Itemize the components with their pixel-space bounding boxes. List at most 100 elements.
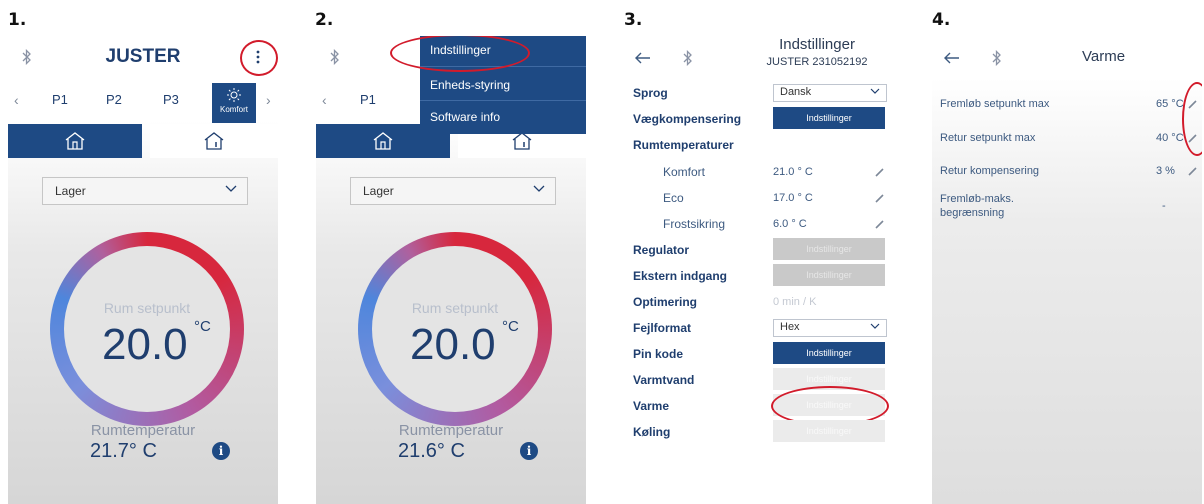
setting-value: - [1162,200,1166,212]
fejlformat-value: Hex [780,321,800,333]
mode-select[interactable]: Lager [350,177,556,205]
page-title: Indstillinger [779,36,855,53]
chevron-right-icon[interactable]: › [266,92,271,108]
preset-p1[interactable]: P1 [52,92,68,107]
screen-menu-open: ‹ P1 Lager Rum setpunkt 20.0 °C Rumtempe… [316,36,586,504]
info-icon[interactable]: i [212,442,230,460]
setpoint-unit: °C [194,318,211,335]
room-temp-label: Rumtemperatur [90,422,196,439]
setting-label-varmtvand: Varmtvand [633,373,695,387]
setting-label: Fremløb setpunkt max [940,98,1050,110]
info-icon[interactable]: i [520,442,538,460]
setting-label-pin-kode: Pin kode [633,347,684,361]
step-label-3: 3. [624,10,643,30]
komfort-label: Komfort [219,105,248,114]
edit-pencil-icon[interactable] [875,219,885,229]
setpoint-value: 20.0 [410,320,496,369]
setting-label-varme: Varme [633,399,670,413]
mode-select-value: Lager [55,184,86,198]
vaegkompensering-settings-button[interactable]: Indstillinger [773,107,885,129]
back-arrow-icon[interactable] [944,52,960,64]
setting-value: 40 °C [1156,132,1184,144]
setting-label: Fremløb-maks. [940,193,1014,205]
bluetooth-icon[interactable] [992,50,1002,66]
setting-label-ekstern-indgang: Ekstern indgang [633,269,728,283]
house-thermometer-icon [512,132,532,150]
chevron-down-icon [870,88,880,94]
setting-label-sprog: Sprog [633,86,668,100]
setting-value: 3 % [1156,165,1175,177]
edit-pencil-icon[interactable] [875,193,885,203]
step-label-1: 1. [8,10,27,30]
setpoint-dial[interactable]: Rum setpunkt 20.0 °C [50,232,244,426]
bluetooth-icon[interactable] [330,49,340,65]
setpoint-dial[interactable]: Rum setpunkt 20.0 °C [358,232,552,426]
menu-item-software-info[interactable]: Software info [430,110,500,124]
optimering-value: 0 min / K [773,296,817,308]
chevron-left-icon[interactable]: ‹ [14,92,19,108]
room-temp-value: 21.7° C [90,440,157,462]
preset-p1[interactable]: P1 [360,92,376,107]
preset-komfort[interactable]: Komfort [212,83,256,123]
setpoint-label: Rum setpunkt [411,300,499,316]
koeling-settings-button[interactable]: Indstillinger [773,420,885,442]
ekstern-settings-button[interactable]: Indstillinger [773,264,885,286]
mode-select[interactable]: Lager [42,177,248,205]
step-label-4: 4. [932,10,951,30]
highlight-circle [1182,82,1202,156]
chevron-down-icon [870,323,880,329]
frost-value: 6.0 ° C [773,218,807,230]
setting-label-continued: begrænsning [940,207,1005,219]
back-arrow-icon[interactable] [635,52,651,64]
house-thermometer-icon [204,132,224,150]
preset-p3[interactable]: P3 [163,92,179,107]
setting-label-frostsikring: Frostsikring [663,217,726,231]
device-id: JUSTER 231052192 [766,56,868,68]
menu-divider [420,100,586,101]
setting-label-regulator: Regulator [633,243,690,257]
screen-varme: Varme Fremløb setpunkt max 65 °C Retur s… [932,36,1202,504]
setting-label-fejlformat: Fejlformat [633,321,692,335]
language-select[interactable]: Dansk [773,84,887,102]
setting-label-eco: Eco [663,191,684,205]
highlight-circle [240,40,278,76]
setting-label-vaegkompensering: Vægkompensering [633,112,742,126]
pin-settings-button[interactable]: Indstillinger [773,342,885,364]
page-title: Varme [1082,48,1126,65]
preset-p2[interactable]: P2 [106,92,122,107]
komfort-value: 21.0 ° C [773,166,813,178]
chevron-down-icon [533,185,545,192]
header: JUSTER [8,36,278,78]
edit-pencil-icon[interactable] [875,167,885,177]
sun-icon [227,88,241,102]
setpoint-unit: °C [502,318,519,335]
room-temp-label: Rumtemperatur [398,422,504,439]
room-temp-value: 21.6° C [398,440,465,462]
screen-settings: Indstillinger JUSTER 231052192 Sprog Dan… [623,36,893,504]
mode-indoor-button[interactable] [8,124,142,158]
chevron-left-icon[interactable]: ‹ [322,92,327,108]
setting-label-optimering: Optimering [633,295,698,309]
setting-label: Retur setpunkt max [940,132,1036,144]
house-icon [373,132,393,150]
setpoint-label: Rum setpunkt [103,300,191,316]
setpoint-value: 20.0 [102,320,188,369]
mode-outdoor-button[interactable] [150,124,278,158]
screen-home: JUSTER ‹ P1 P2 P3 Komfort › Lager Rum se… [8,36,278,504]
menu-item-enheds-styring[interactable]: Enheds-styring [430,78,510,92]
setting-label: Retur kompensering [940,165,1040,177]
language-value: Dansk [780,86,812,98]
bluetooth-icon[interactable] [683,50,693,66]
regulator-settings-button[interactable]: Indstillinger [773,238,885,260]
setting-label-rumtemperaturer: Rumtemperaturer [633,138,734,152]
step-label-2: 2. [315,10,334,30]
setting-label-koeling: Køling [633,425,671,439]
fejlformat-select[interactable]: Hex [773,319,887,337]
eco-value: 17.0 ° C [773,192,813,204]
setting-value: 65 °C [1156,98,1184,110]
chevron-down-icon [225,185,237,192]
mode-select-value: Lager [363,184,394,198]
preset-row: ‹ P1 P2 P3 Komfort › [8,78,278,123]
edit-pencil-icon[interactable] [1188,166,1198,176]
app-title: JUSTER [105,46,181,67]
